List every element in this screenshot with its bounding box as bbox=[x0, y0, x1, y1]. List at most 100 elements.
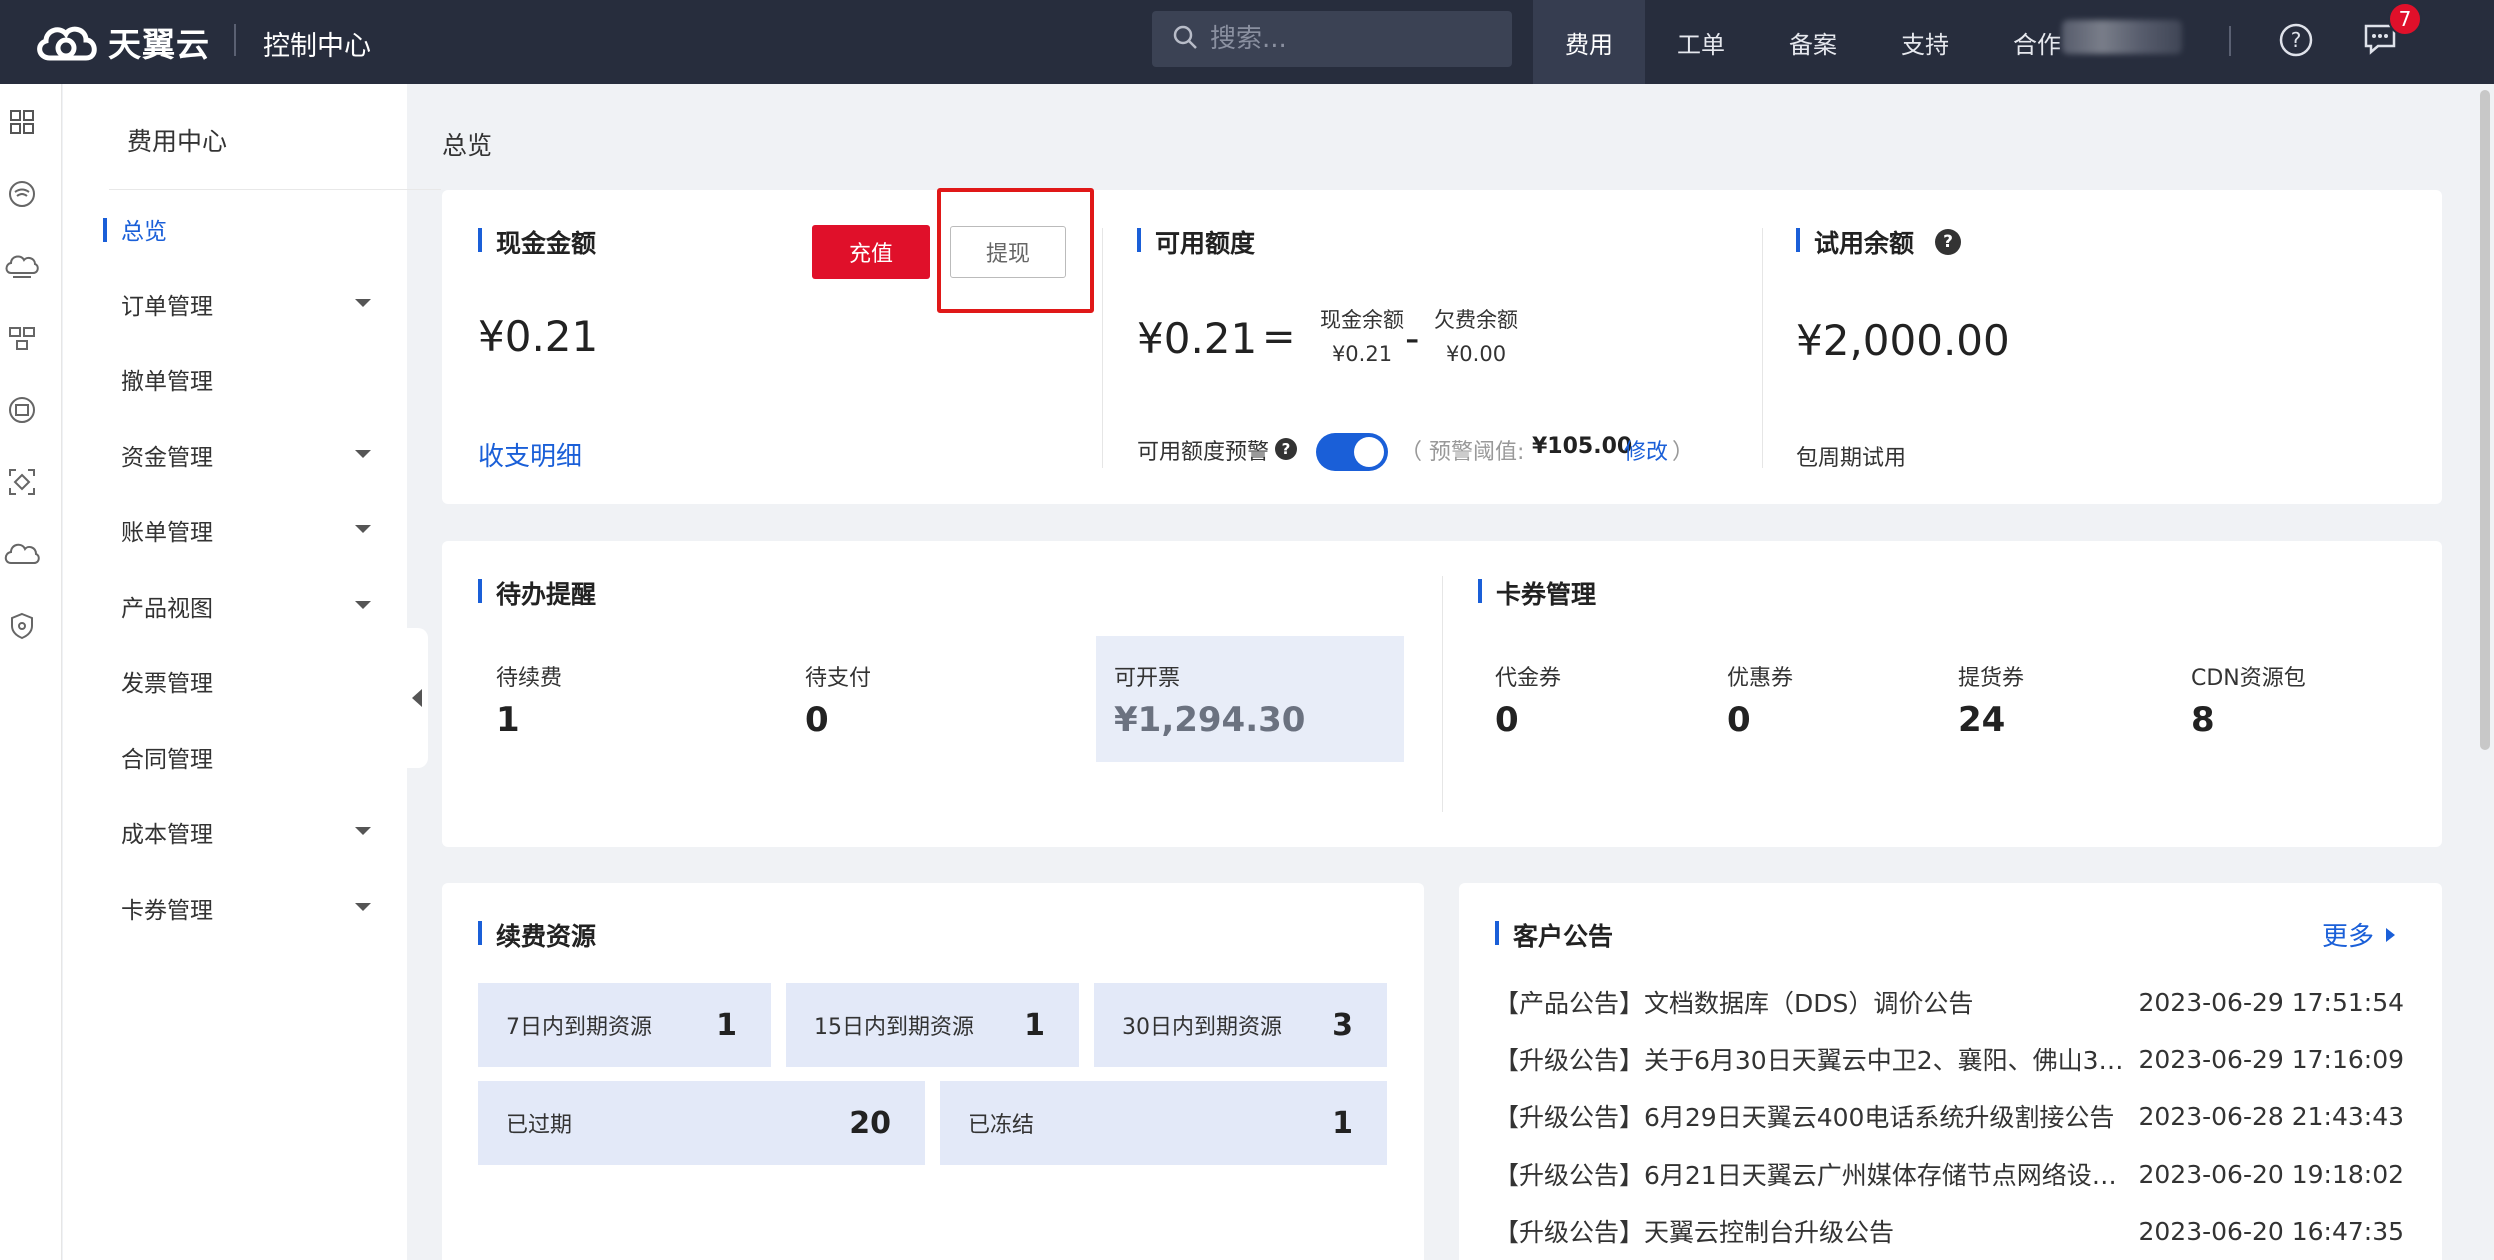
todo-value-renew[interactable]: 1 bbox=[496, 700, 520, 740]
scrollbar-thumb[interactable] bbox=[2480, 90, 2490, 750]
renewal-15day[interactable]: 15日内到期资源 1 bbox=[786, 983, 1079, 1067]
notice-row[interactable]: 【升级公告】天翼云控制台升级公告 2023-06-20 16:47:35 bbox=[1494, 1211, 2404, 1251]
alert-help-icon[interactable]: ? bbox=[1275, 438, 1297, 460]
notice-title-text: 【升级公告】天翼云控制台升级公告 bbox=[1494, 1218, 1895, 1247]
coupon-label-pickup: 提货券 bbox=[1958, 666, 2025, 691]
sidebar-item-label: 卡券管理 bbox=[121, 898, 213, 924]
todo-title: 待办提醒 bbox=[478, 575, 596, 611]
search-input[interactable] bbox=[1210, 24, 1490, 54]
renewal-7day[interactable]: 7日内到期资源 1 bbox=[478, 983, 771, 1067]
sidebar-item-bills[interactable]: 账单管理 bbox=[63, 505, 407, 555]
recharge-button[interactable]: 充值 bbox=[812, 225, 930, 279]
notice-time: 2023-06-29 17:51:54 bbox=[2138, 987, 2404, 1017]
renewal-label: 7日内到期资源 bbox=[506, 1015, 652, 1040]
sidebar-item-product-view[interactable]: 产品视图 bbox=[63, 581, 407, 631]
todo-label-pay: 待支付 bbox=[805, 666, 872, 691]
notice-title-text: 【升级公告】关于6月30日天翼云中卫2、襄阳、佛山3节点升级的公告 bbox=[1494, 1046, 2124, 1075]
sidebar-item-costs[interactable]: 成本管理 bbox=[63, 807, 407, 857]
threshold-value: ¥105.00 bbox=[1532, 434, 1633, 459]
header-divider-right bbox=[2229, 26, 2231, 56]
renewal-count: 20 bbox=[849, 1105, 891, 1141]
notice-title-text: 【产品公告】文档数据库（DDS）调价公告 bbox=[1494, 989, 1974, 1018]
sidebar-item-label: 资金管理 bbox=[121, 445, 213, 471]
equals-sign: = bbox=[1262, 314, 1296, 360]
console-title[interactable]: 控制中心 bbox=[263, 24, 371, 63]
caret-down-icon bbox=[355, 525, 371, 533]
credit-title: 可用额度 bbox=[1137, 224, 1255, 260]
credit-alert-toggle[interactable] bbox=[1316, 433, 1388, 471]
toggle-knob bbox=[1354, 437, 1384, 467]
logo[interactable]: 天翼云 bbox=[32, 14, 210, 70]
renewal-label: 30日内到期资源 bbox=[1122, 1015, 1282, 1040]
sidebar-collapse-toggle[interactable] bbox=[406, 628, 428, 768]
nav-support[interactable]: 支持 bbox=[1869, 0, 1981, 84]
help-icon[interactable]: ? bbox=[2278, 22, 2314, 62]
renewal-count: 1 bbox=[716, 1007, 737, 1043]
invoiceable-box[interactable] bbox=[1096, 636, 1404, 762]
storage-icon[interactable] bbox=[4, 392, 40, 428]
todo-label-invoice: 可开票 bbox=[1114, 666, 1181, 691]
more-notices-link[interactable]: 更多 bbox=[2322, 916, 2396, 953]
nav-filing[interactable]: 备案 bbox=[1757, 0, 1869, 84]
threshold-prefix: （ 预警阈值: bbox=[1400, 440, 1525, 465]
network-icon[interactable] bbox=[4, 176, 40, 212]
sidebar-item-overview[interactable]: 总览 bbox=[63, 204, 407, 254]
sidebar-title: 费用中心 bbox=[127, 127, 228, 156]
user-account-blurred[interactable] bbox=[2062, 20, 2182, 54]
renewal-frozen[interactable]: 已冻结 1 bbox=[940, 1081, 1387, 1165]
page-scrollbar[interactable] bbox=[2474, 84, 2494, 1260]
sidebar-item-cancellations[interactable]: 撤单管理 bbox=[63, 354, 407, 404]
todo-value-invoice[interactable]: ¥1,294.30 bbox=[1114, 700, 1305, 740]
sidebar-item-label: 发票管理 bbox=[121, 671, 213, 697]
cash-title: 现金金额 bbox=[478, 224, 596, 260]
resource-icon[interactable] bbox=[4, 320, 40, 356]
sidebar-item-coupons[interactable]: 卡券管理 bbox=[63, 883, 407, 933]
renewal-count: 1 bbox=[1332, 1105, 1353, 1141]
renewal-30day[interactable]: 30日内到期资源 3 bbox=[1094, 983, 1387, 1067]
notice-row[interactable]: 【升级公告】关于6月30日天翼云中卫2、襄阳、佛山3节点升级的公告 2023-0… bbox=[1494, 1039, 2404, 1079]
renewal-label: 已冻结 bbox=[968, 1113, 1035, 1138]
logo-text: 天翼云 bbox=[108, 25, 210, 64]
trial-note: 包周期试用 bbox=[1796, 446, 1907, 471]
sidebar-item-label: 产品视图 bbox=[121, 596, 213, 622]
notice-time: 2023-06-28 21:43:43 bbox=[2138, 1101, 2404, 1131]
caret-down-icon bbox=[355, 450, 371, 458]
trial-help-icon[interactable]: ? bbox=[1935, 229, 1961, 255]
sidebar-item-orders[interactable]: 订单管理 bbox=[63, 279, 407, 329]
nav-fees[interactable]: 费用 bbox=[1533, 0, 1645, 84]
transaction-detail-link[interactable]: 收支明细 bbox=[478, 436, 582, 473]
top-nav: 费用 工单 备案 支持 合作 bbox=[1533, 0, 2093, 84]
cloud-server-icon[interactable] bbox=[4, 248, 40, 284]
search-box[interactable] bbox=[1152, 11, 1512, 67]
coupon-value-cdn[interactable]: 8 bbox=[2191, 700, 2215, 740]
scan-icon[interactable] bbox=[4, 464, 40, 500]
modify-threshold-link[interactable]: 修改 bbox=[1624, 434, 1668, 466]
nav-tickets[interactable]: 工单 bbox=[1645, 0, 1757, 84]
top-bar: 天翼云 控制中心 费用 工单 备案 支持 合作 ? 7 bbox=[0, 0, 2494, 84]
notice-row[interactable]: 【升级公告】6月29日天翼云400电话系统升级割接公告 2023-06-28 2… bbox=[1494, 1096, 2404, 1136]
caret-down-icon bbox=[355, 903, 371, 911]
coupon-value-discount[interactable]: 0 bbox=[1727, 700, 1751, 740]
sidebar-item-funds[interactable]: 资金管理 bbox=[63, 430, 407, 480]
sidebar-item-invoices[interactable]: 发票管理 bbox=[63, 656, 407, 706]
todo-value-pay[interactable]: 0 bbox=[805, 700, 829, 740]
debt-label: 欠费余额 bbox=[1434, 308, 1518, 332]
sidebar-item-contracts[interactable]: 合同管理 bbox=[63, 732, 407, 782]
notice-row[interactable]: 【产品公告】文档数据库（DDS）调价公告 2023-06-29 17:51:54 bbox=[1494, 982, 2404, 1022]
search-icon bbox=[1172, 24, 1198, 54]
notice-row[interactable]: 【升级公告】6月21日天翼云广州媒体存储节点网络设备升级公告 2023-06-2… bbox=[1494, 1154, 2404, 1194]
sidebar: 费用中心 总览 订单管理 撤单管理 资金管理 账单管理 产品视图 发票管理 合同… bbox=[63, 84, 441, 1260]
cloud-icon[interactable] bbox=[4, 536, 40, 572]
sidebar-item-label: 账单管理 bbox=[121, 520, 213, 546]
renewal-expired[interactable]: 已过期 20 bbox=[478, 1081, 925, 1165]
coupon-value-pickup[interactable]: 24 bbox=[1958, 700, 2005, 740]
trial-title: 试用余额 bbox=[1796, 224, 1914, 260]
coupon-value-voucher[interactable]: 0 bbox=[1495, 700, 1519, 740]
notice-time: 2023-06-20 16:47:35 bbox=[2138, 1216, 2404, 1246]
grid-icon[interactable] bbox=[4, 104, 40, 140]
sidebar-item-label: 撤单管理 bbox=[121, 369, 213, 395]
debt-value: ¥0.00 bbox=[1445, 342, 1507, 366]
sidebar-item-label: 合同管理 bbox=[121, 747, 213, 773]
card-divider bbox=[1762, 228, 1763, 468]
shield-icon[interactable] bbox=[4, 608, 40, 644]
